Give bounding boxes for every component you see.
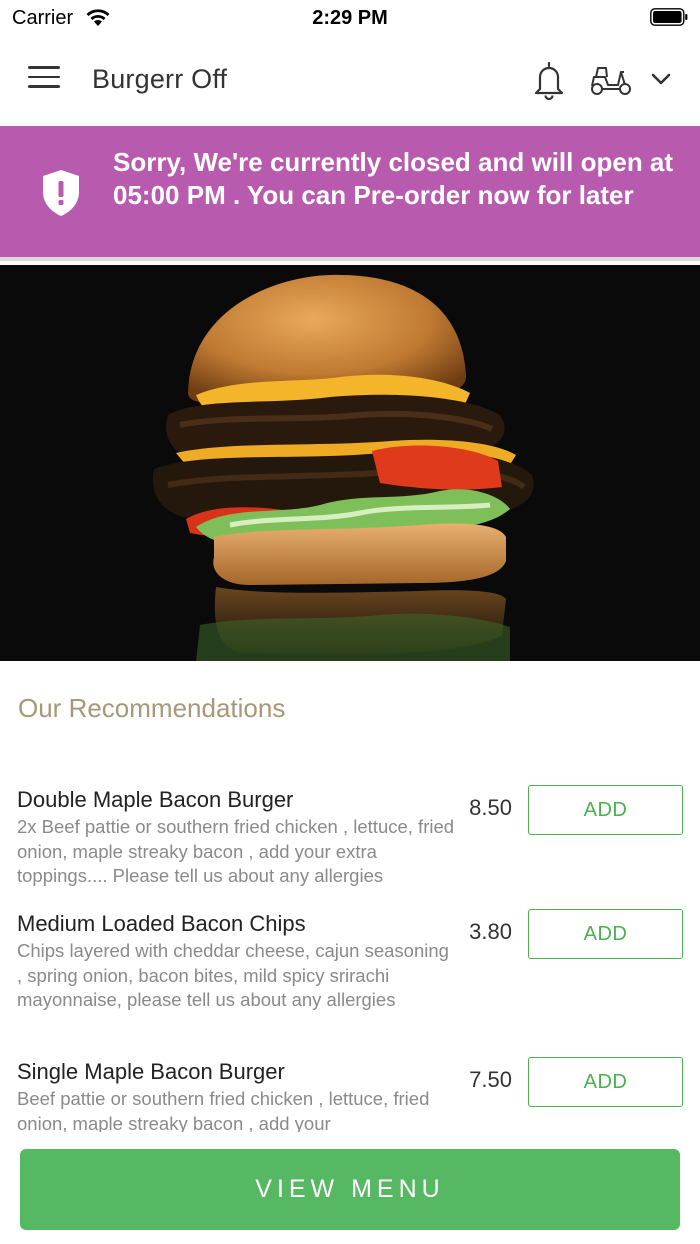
burger-illustration [0, 265, 700, 661]
add-button[interactable]: ADD [528, 1057, 683, 1107]
item-name: Double Maple Bacon Burger [17, 787, 294, 812]
add-button[interactable]: ADD [528, 785, 683, 835]
closed-banner: Sorry, We're currently closed and will o… [0, 126, 700, 261]
bell-icon[interactable] [531, 60, 567, 100]
battery-icon [650, 8, 688, 26]
scooter-icon[interactable] [588, 62, 634, 98]
banner-message: Sorry, We're currently closed and will o… [113, 147, 674, 210]
app-title: Burgerr Off [92, 64, 228, 94]
item-description: Chips layered with cheddar cheese, cajun… [17, 940, 449, 1010]
item-price: 3.80 [469, 919, 512, 944]
shield-alert-icon [43, 170, 79, 216]
status-bar: Carrier 2:29 PM [0, 0, 700, 36]
item-price: 8.50 [469, 795, 512, 820]
status-time: 2:29 PM [312, 7, 388, 29]
hero-image [0, 265, 700, 661]
add-button[interactable]: ADD [528, 909, 683, 959]
item-description: 2x Beef pattie or southern fried chicken… [17, 816, 455, 886]
recommendations-title: Our Recommendations [18, 693, 286, 723]
app-header: Burgerr Off [0, 36, 700, 126]
item-price: 7.50 [469, 1067, 512, 1092]
item-description: Beef pattie or southern fried chicken , … [17, 1088, 430, 1134]
chevron-down-icon[interactable] [648, 68, 674, 90]
menu-icon[interactable] [28, 66, 62, 94]
item-name: Medium Loaded Bacon Chips [17, 911, 306, 936]
item-name: Single Maple Bacon Burger [17, 1059, 285, 1084]
view-menu-button[interactable]: VIEW MENU [20, 1149, 680, 1230]
